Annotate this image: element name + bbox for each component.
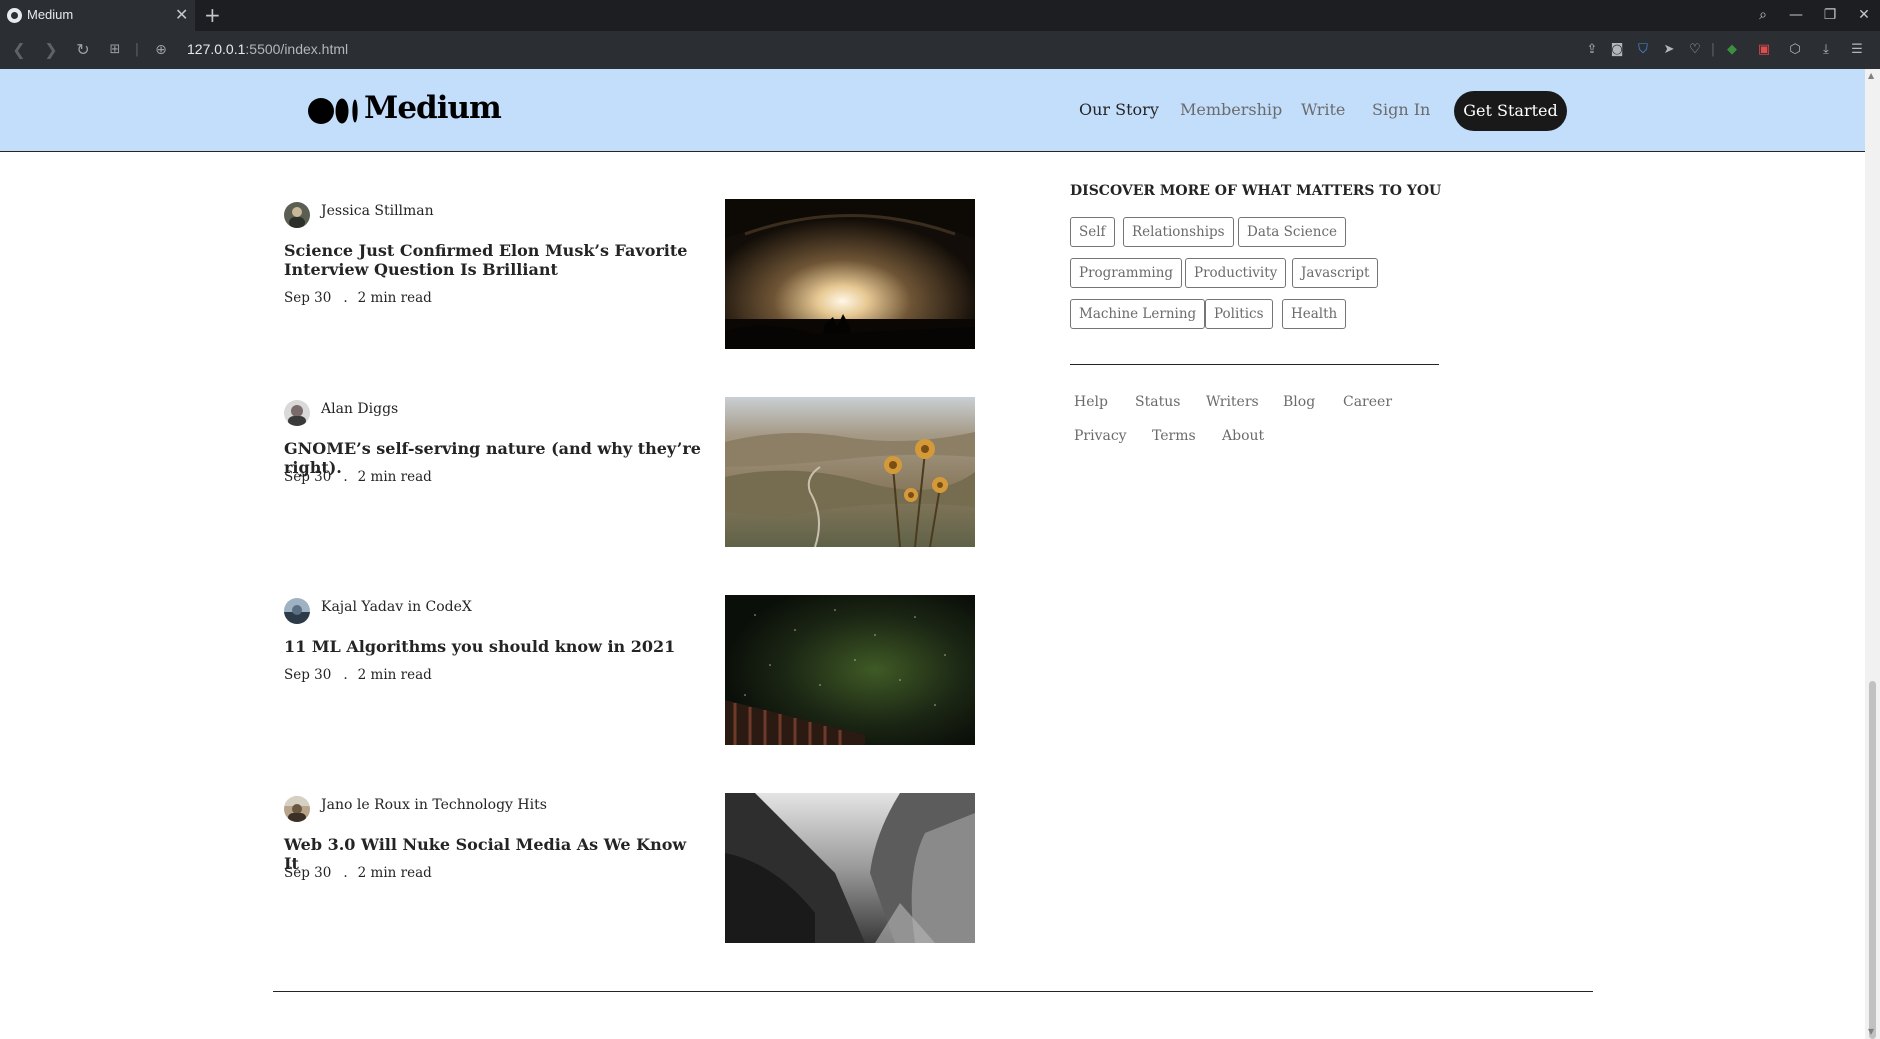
article-card[interactable]: Alan Diggs GNOME’s self-serving nature (… <box>284 397 976 549</box>
site-header: Medium Our Story Membership Write Sign I… <box>0 69 1865 152</box>
footer-link-terms[interactable]: Terms <box>1152 428 1196 444</box>
author-avatar[interactable] <box>284 400 310 426</box>
article-title[interactable]: 11 ML Algorithms you should know in 2021 <box>284 637 704 656</box>
footer-link-blog[interactable]: Blog <box>1283 394 1315 410</box>
article-thumbnail[interactable] <box>725 595 975 745</box>
article-card[interactable]: Jano le Roux in Technology Hits Web 3.0 … <box>284 793 976 945</box>
article-read-time: 2 min read <box>357 469 432 485</box>
minimize-icon[interactable]: — <box>1784 4 1808 26</box>
tag-productivity[interactable]: Productivity <box>1185 258 1287 288</box>
search-tabs-icon[interactable]: ⌕ <box>1751 4 1775 26</box>
extension-red-icon[interactable]: ▣ <box>1754 40 1774 60</box>
meta-separator: . <box>343 290 348 306</box>
meta-separator: . <box>343 865 348 881</box>
cube-icon[interactable]: ⬡ <box>1785 40 1805 60</box>
footer-link-about[interactable]: About <box>1222 428 1264 444</box>
tab-grid-icon[interactable]: ⊞ <box>104 39 126 61</box>
menu-icon[interactable]: ☰ <box>1847 40 1867 60</box>
footer-link-writers[interactable]: Writers <box>1206 394 1259 410</box>
url-field[interactable]: 127.0.0.1:5500/index.html <box>187 41 348 57</box>
divider-icon: | <box>134 42 140 57</box>
divider-icon: | <box>1710 42 1716 57</box>
article-title[interactable]: Science Just Confirmed Elon Musk’s Favor… <box>284 241 704 279</box>
article-read-time: 2 min read <box>357 667 432 683</box>
camera-icon[interactable]: ◙ <box>1607 40 1627 60</box>
content-divider <box>273 991 1593 992</box>
article-card[interactable]: Jessica Stillman Science Just Confirmed … <box>284 199 976 351</box>
article-thumbnail[interactable] <box>725 793 975 943</box>
footer-link-privacy[interactable]: Privacy <box>1074 428 1127 444</box>
globe-icon: ⊕ <box>155 42 167 58</box>
tag-self[interactable]: Self <box>1070 217 1115 247</box>
restore-icon[interactable]: ❐ <box>1818 4 1842 26</box>
nav-membership[interactable]: Membership <box>1180 100 1282 119</box>
close-tab-icon[interactable]: ✕ <box>175 5 188 25</box>
article-meta: Sep 30. 2 min read <box>284 290 432 306</box>
back-icon[interactable]: ❮ <box>8 39 30 61</box>
footer-link-help[interactable]: Help <box>1074 394 1108 410</box>
sidebar-divider <box>1070 364 1439 365</box>
download-icon[interactable]: ⤓ <box>1816 40 1836 60</box>
extension-icon[interactable]: ◆ <box>1722 40 1742 60</box>
browser-tab-bar: Medium ✕ + ⌕ — ❐ ✕ <box>0 0 1880 31</box>
author-avatar[interactable] <box>284 796 310 822</box>
meta-separator: . <box>343 667 348 683</box>
article-date: Sep 30 <box>284 290 332 306</box>
article-meta: Sep 30. 2 min read <box>284 667 432 683</box>
article-meta: Sep 30. 2 min read <box>284 865 432 881</box>
tag-politics[interactable]: Politics <box>1205 299 1273 329</box>
footer-link-status[interactable]: Status <box>1135 394 1180 410</box>
scroll-thumb[interactable] <box>1869 681 1876 1039</box>
article-date: Sep 30 <box>284 865 332 881</box>
shield-icon[interactable]: ⛉ <box>1633 40 1653 60</box>
browser-tab[interactable]: Medium ✕ <box>0 0 195 31</box>
send-icon[interactable]: ➤ <box>1659 40 1679 60</box>
nav-sign-in[interactable]: Sign In <box>1372 100 1430 119</box>
article-author[interactable]: Alan Diggs <box>321 401 398 417</box>
close-window-icon[interactable]: ✕ <box>1852 4 1876 26</box>
share-icon[interactable]: ⇪ <box>1582 40 1602 60</box>
reload-icon[interactable]: ↻ <box>72 39 94 61</box>
nav-write[interactable]: Write <box>1301 100 1345 119</box>
page-scrollbar[interactable]: ▲ ▼ <box>1865 69 1880 1039</box>
tab-title: Medium <box>27 7 74 22</box>
article-thumbnail[interactable] <box>725 397 975 547</box>
tag-data-science[interactable]: Data Science <box>1238 217 1346 247</box>
article-date: Sep 30 <box>284 469 332 485</box>
article-author[interactable]: Jano le Roux in Technology Hits <box>321 797 547 813</box>
scroll-down-icon[interactable]: ▼ <box>1868 1027 1874 1036</box>
tag-relationships[interactable]: Relationships <box>1123 217 1234 247</box>
new-tab-icon[interactable]: + <box>204 3 221 27</box>
url-host: 127.0.0.1 <box>187 41 246 57</box>
meta-separator: . <box>343 469 348 485</box>
tag-javascript[interactable]: Javascript <box>1292 258 1379 288</box>
article-author[interactable]: Kajal Yadav in CodeX <box>321 599 472 615</box>
address-bar: ❮ ❯ ↻ ⊞ | ⊕ 127.0.0.1:5500/index.html ⇪ … <box>0 31 1880 69</box>
article-card[interactable]: Kajal Yadav in CodeX 11 ML Algorithms yo… <box>284 595 976 747</box>
discover-heading: DISCOVER MORE OF WHAT MATTERS TO YOU <box>1070 183 1442 199</box>
forward-icon[interactable]: ❯ <box>40 39 62 61</box>
author-avatar[interactable] <box>284 598 310 624</box>
article-read-time: 2 min read <box>357 290 432 306</box>
medium-logo-icon <box>308 98 358 124</box>
article-read-time: 2 min read <box>357 865 432 881</box>
get-started-button[interactable]: Get Started <box>1454 91 1567 131</box>
author-avatar[interactable] <box>284 202 310 228</box>
heart-icon[interactable]: ♡ <box>1685 40 1705 60</box>
url-path: :5500/index.html <box>245 41 349 57</box>
article-author[interactable]: Jessica Stillman <box>321 203 434 219</box>
scroll-up-icon[interactable]: ▲ <box>1868 71 1874 80</box>
article-date: Sep 30 <box>284 667 332 683</box>
nav-our-story[interactable]: Our Story <box>1079 100 1159 119</box>
tag-health[interactable]: Health <box>1282 299 1347 329</box>
logo-text: Medium <box>364 90 502 126</box>
tag-programming[interactable]: Programming <box>1070 258 1183 288</box>
footer-link-career[interactable]: Career <box>1343 394 1392 410</box>
article-thumbnail[interactable] <box>725 199 975 349</box>
article-meta: Sep 30. 2 min read <box>284 469 432 485</box>
tag-machine-learning[interactable]: Machine Lerning <box>1070 299 1206 329</box>
medium-favicon-icon <box>7 8 22 23</box>
